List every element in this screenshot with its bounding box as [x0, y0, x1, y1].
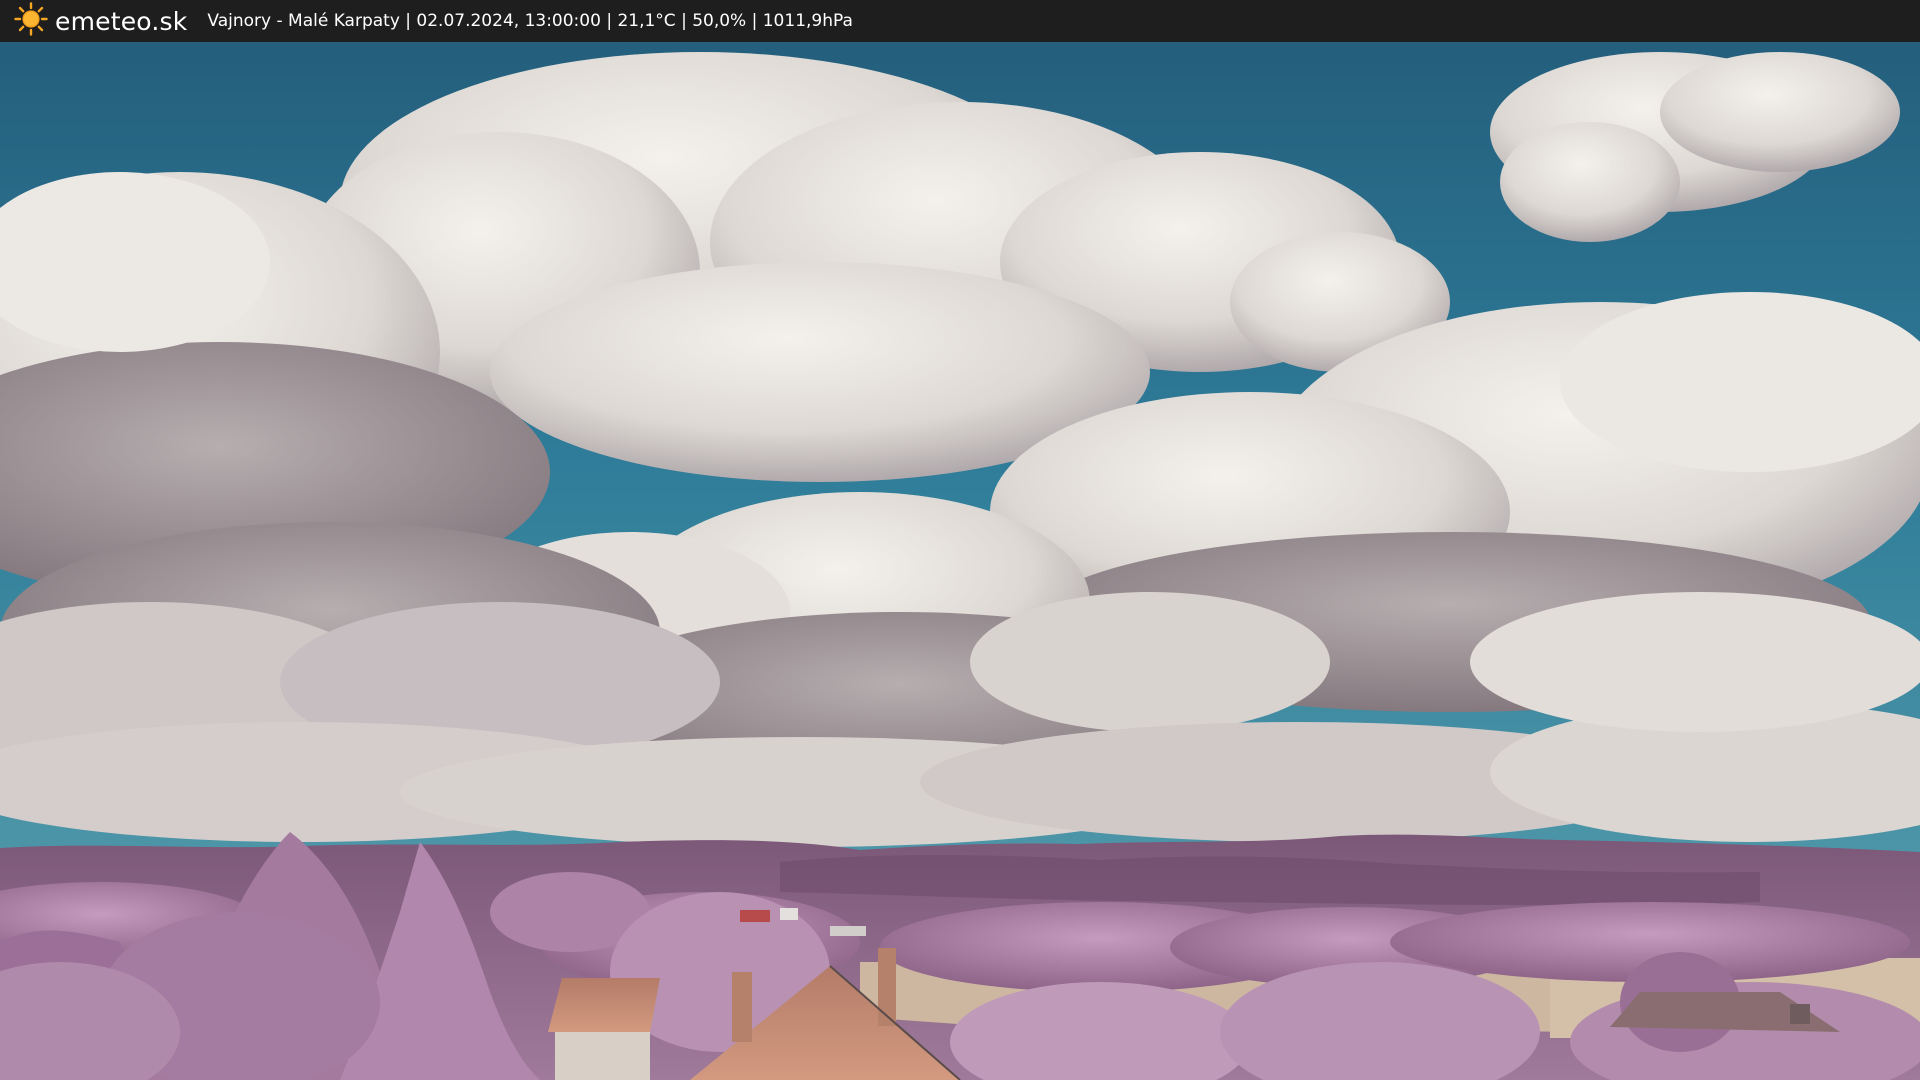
sun-icon: [14, 2, 48, 40]
brand-name: emeteo.sk: [55, 6, 188, 36]
webcam-caption: Vajnory - Malé Karpaty | 02.07.2024, 13:…: [207, 11, 853, 31]
logo[interactable]: emeteo.sk: [14, 2, 187, 40]
top-bar: emeteo.sk Vajnory - Malé Karpaty | 02.07…: [0, 0, 1920, 42]
webcam-image: [0, 42, 1920, 1080]
